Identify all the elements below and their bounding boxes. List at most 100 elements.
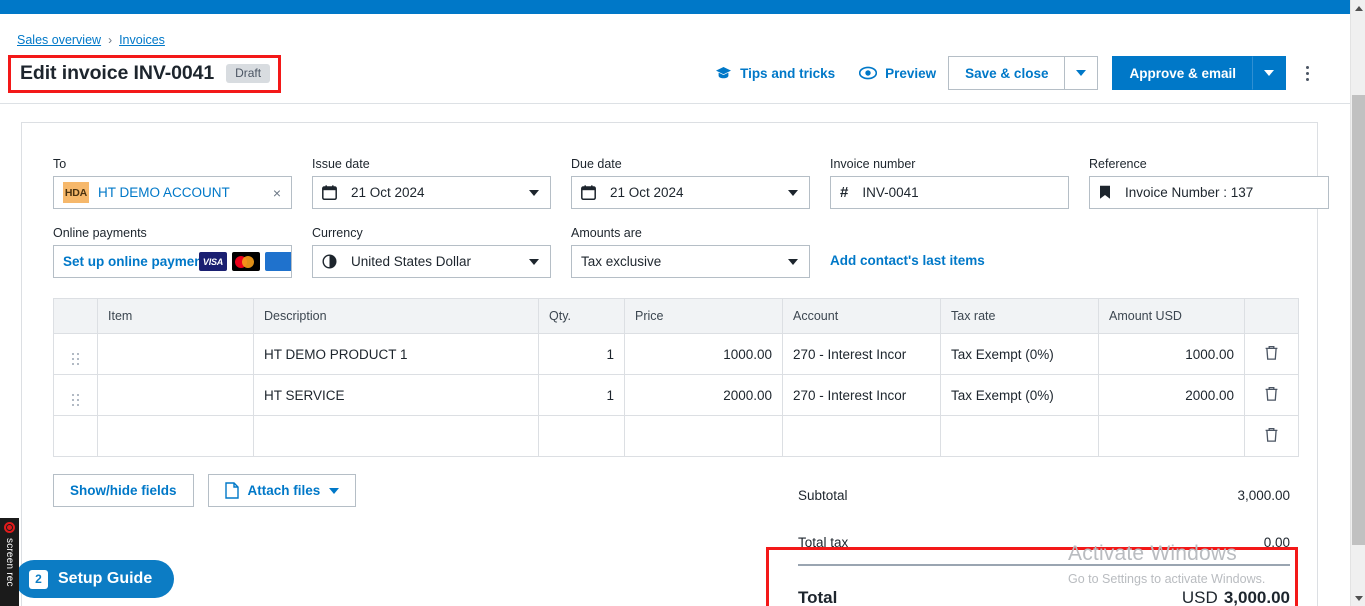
screen-recorder-tab[interactable]: screen rec <box>0 518 19 606</box>
cell-description[interactable] <box>253 415 539 457</box>
issue-date-input[interactable]: 21 Oct 2024 <box>312 176 551 209</box>
row-drag-handle[interactable] <box>53 374 98 416</box>
approve-and-email-button[interactable]: Approve & email <box>1112 56 1252 90</box>
table-header-row: Item Description Qty. Price Account Tax … <box>53 298 1299 334</box>
due-date-value: 21 Oct 2024 <box>610 185 684 200</box>
issue-date-label: Issue date <box>312 157 370 171</box>
invoice-number-field-group: Invoice number # INV-0041 <box>830 157 1069 209</box>
cell-description[interactable]: HT SERVICE <box>253 374 539 416</box>
cell-price[interactable]: 2000.00 <box>624 374 783 416</box>
invoice-number-value: INV-0041 <box>862 185 919 200</box>
invoice-form-card: To HDA HT DEMO ACCOUNT × Issue date 21 O… <box>21 122 1329 606</box>
chevron-down-icon[interactable] <box>529 258 539 265</box>
table-row: HT SERVICE 1 2000.00 270 - Interest Inco… <box>53 374 1299 416</box>
mastercard-card-icon <box>232 252 260 271</box>
currency-select[interactable]: United States Dollar <box>312 245 551 278</box>
breadcrumb-invoices[interactable]: Invoices <box>119 33 165 47</box>
cell-account[interactable]: 270 - Interest Incor <box>782 374 941 416</box>
setup-guide-button[interactable]: 2 Setup Guide <box>15 560 175 598</box>
cell-tax-rate[interactable]: Tax Exempt (0%) <box>940 333 1099 375</box>
trash-icon <box>1264 386 1279 405</box>
breadcrumb-sales-overview[interactable]: Sales overview <box>17 33 101 47</box>
online-payments-setup[interactable]: Set up online payments VISA <box>53 245 292 278</box>
cell-tax-rate[interactable] <box>940 415 1099 457</box>
invoice-number-label: Invoice number <box>830 157 916 171</box>
amex-card-icon <box>265 252 291 271</box>
chevron-down-icon <box>1264 70 1274 76</box>
grand-total-highlight <box>766 547 1298 606</box>
cell-item[interactable] <box>97 374 254 416</box>
chevron-down-icon[interactable] <box>788 258 798 265</box>
cell-qty[interactable] <box>538 415 625 457</box>
delete-row-button[interactable] <box>1244 333 1299 375</box>
setup-online-payments-link[interactable]: Set up online payments <box>63 254 215 269</box>
cell-item[interactable] <box>97 415 254 457</box>
triangle-down-icon <box>1354 595 1363 601</box>
cell-amount[interactable]: 1000.00 <box>1098 333 1245 375</box>
reference-value: Invoice Number : 137 <box>1125 185 1254 200</box>
approve-and-email-group: Approve & email <box>1112 56 1286 90</box>
calendar-icon <box>322 185 337 200</box>
due-date-field-group: Due date 21 Oct 2024 <box>571 157 810 209</box>
currency-field-group: Currency United States Dollar <box>312 226 551 278</box>
preview-button[interactable]: Preview <box>847 56 948 90</box>
scroll-down-button[interactable] <box>1351 590 1365 606</box>
reference-input[interactable]: Invoice Number : 137 <box>1089 176 1329 209</box>
column-header-amount-usd: Amount USD <box>1098 298 1245 334</box>
visa-card-icon: VISA <box>199 252 227 271</box>
due-date-input[interactable]: 21 Oct 2024 <box>571 176 810 209</box>
approve-options-dropdown-button[interactable] <box>1252 56 1286 90</box>
more-options-button[interactable] <box>1292 56 1322 90</box>
calendar-icon <box>581 185 596 200</box>
scroll-up-button[interactable] <box>1351 0 1365 16</box>
online-payments-field-group: Online payments Set up online payments V… <box>53 226 292 278</box>
cell-price[interactable]: 1000.00 <box>624 333 783 375</box>
save-options-dropdown-button[interactable] <box>1064 56 1099 90</box>
currency-label: Currency <box>312 226 363 240</box>
chevron-down-icon[interactable] <box>529 189 539 196</box>
row-drag-handle[interactable] <box>53 415 98 457</box>
clear-contact-icon[interactable]: × <box>273 186 281 200</box>
add-contacts-last-items-link[interactable]: Add contact's last items <box>830 253 985 268</box>
save-and-close-button[interactable]: Save & close <box>948 56 1065 90</box>
avatar: HDA <box>63 182 89 203</box>
to-input[interactable]: HDA HT DEMO ACCOUNT × <box>53 176 292 209</box>
to-field-group: To HDA HT DEMO ACCOUNT × <box>53 157 292 209</box>
amounts-are-select[interactable]: Tax exclusive <box>571 245 810 278</box>
currency-value: United States Dollar <box>351 254 472 269</box>
to-label: To <box>53 157 67 171</box>
amounts-are-label: Amounts are <box>571 226 642 240</box>
bottom-actions: Show/hide fields Attach files <box>53 474 357 507</box>
scrollbar-thumb[interactable] <box>1352 95 1365 545</box>
cell-item[interactable] <box>97 333 254 375</box>
trash-icon <box>1264 427 1279 446</box>
page-viewport: Sales overview › Invoices Edit invoice I… <box>0 14 1350 606</box>
invoice-number-input[interactable]: # INV-0041 <box>830 176 1069 209</box>
kebab-dot-icon <box>1305 77 1309 81</box>
cell-tax-rate[interactable]: Tax Exempt (0%) <box>940 374 1099 416</box>
show-hide-fields-button[interactable]: Show/hide fields <box>53 474 194 507</box>
tips-and-tricks-button[interactable]: Tips and tricks <box>703 56 847 90</box>
cell-amount[interactable] <box>1098 415 1245 457</box>
breadcrumb: Sales overview › Invoices <box>17 33 165 47</box>
cell-account[interactable]: 270 - Interest Incor <box>782 333 941 375</box>
cell-description[interactable]: HT DEMO PRODUCT 1 <box>253 333 539 375</box>
attach-files-button[interactable]: Attach files <box>207 474 357 507</box>
row-drag-handle[interactable] <box>53 333 98 375</box>
cell-price[interactable] <box>624 415 783 457</box>
column-header-price: Price <box>624 298 783 334</box>
delete-row-button[interactable] <box>1244 374 1299 416</box>
online-payments-label: Online payments <box>53 226 147 240</box>
column-header-account: Account <box>782 298 941 334</box>
chevron-down-icon[interactable] <box>788 189 798 196</box>
delete-row-button[interactable] <box>1244 415 1299 457</box>
hash-icon: # <box>840 184 849 201</box>
vertical-scrollbar[interactable] <box>1350 0 1365 606</box>
subtotal-label: Subtotal <box>798 488 848 503</box>
preview-label: Preview <box>885 65 937 81</box>
totals-panel: Subtotal 3,000.00 Total tax 0.00 Total U… <box>766 483 1298 606</box>
cell-qty[interactable]: 1 <box>538 333 625 375</box>
cell-account[interactable] <box>782 415 941 457</box>
cell-amount[interactable]: 2000.00 <box>1098 374 1245 416</box>
cell-qty[interactable]: 1 <box>538 374 625 416</box>
